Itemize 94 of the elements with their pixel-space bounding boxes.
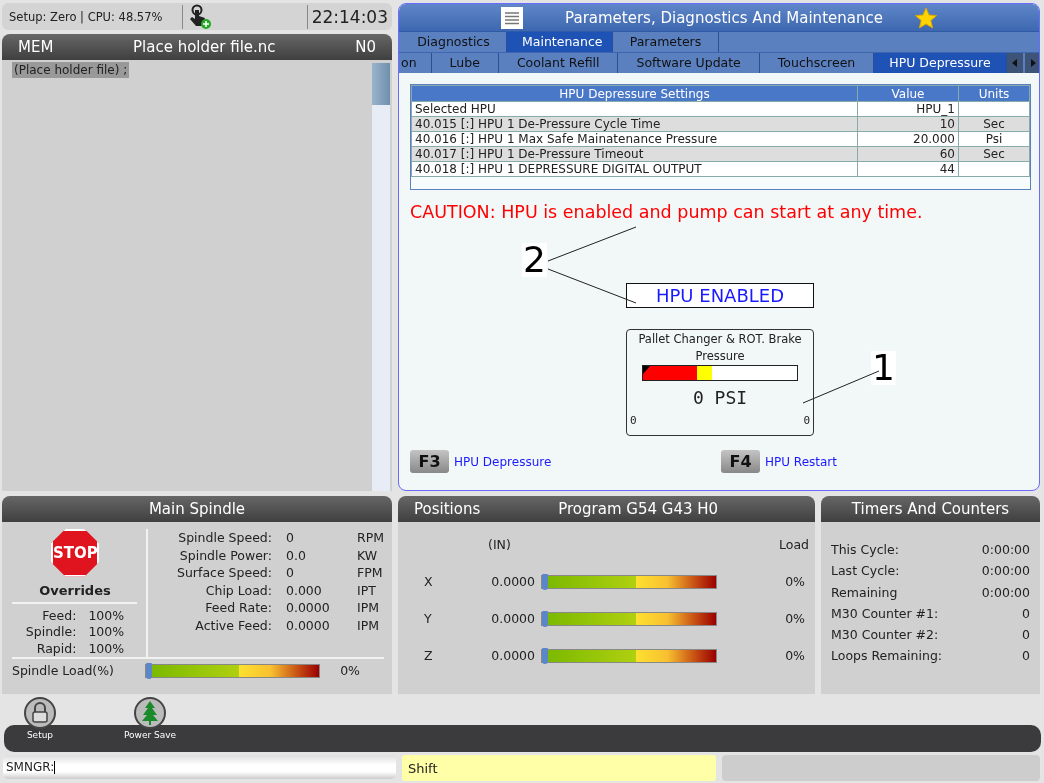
tree-icon[interactable] bbox=[134, 697, 166, 729]
load-heading: Load bbox=[778, 536, 810, 553]
gauge-title: Pallet Changer & ROT. Brake Pressure bbox=[637, 331, 803, 365]
softkey-label[interactable]: HPU Restart bbox=[765, 454, 837, 469]
reading-unit: FPM bbox=[357, 564, 384, 582]
tab[interactable]: Software Update bbox=[618, 53, 760, 73]
reading-unit: RPM bbox=[357, 529, 384, 547]
column-header: Units bbox=[958, 85, 1030, 102]
scrollbar[interactable] bbox=[372, 63, 390, 491]
axis-position: 0.0000 bbox=[490, 610, 536, 628]
star-icon[interactable] bbox=[914, 6, 937, 29]
timer-label: Remaining bbox=[831, 583, 899, 602]
reading-value: 0.0 bbox=[286, 546, 307, 564]
touch-icon bbox=[188, 3, 212, 30]
tab[interactable]: Lube bbox=[431, 53, 499, 73]
menu-icon[interactable] bbox=[501, 6, 524, 29]
status-text: Setup: Zero | CPU: 48.57% bbox=[9, 9, 164, 24]
column-header: HPU Depressure Settings bbox=[411, 85, 858, 102]
timer-value: 0 bbox=[1021, 626, 1030, 645]
reading-label: Surface Speed: bbox=[176, 564, 272, 582]
load-label: Spindle Load(%) bbox=[12, 663, 115, 678]
reading-unit: KW bbox=[357, 546, 379, 564]
panel-header: Timers And Counters bbox=[821, 496, 1040, 522]
command-field[interactable]: SMNGR: bbox=[3, 755, 396, 779]
axis-label: X bbox=[423, 573, 434, 591]
reading-value: 0.0000 bbox=[286, 599, 331, 617]
axis-position: 0.0000 bbox=[490, 573, 536, 591]
reading-label: Active Feed: bbox=[194, 616, 272, 634]
function-key[interactable]: F4 bbox=[721, 450, 760, 473]
lock-icon[interactable] bbox=[24, 697, 56, 729]
timer-value: 0:00:00 bbox=[981, 583, 1030, 602]
load-reading: 0% bbox=[784, 610, 806, 628]
function-key[interactable]: F3 bbox=[410, 450, 449, 473]
scrollbar-thumb[interactable] bbox=[372, 63, 390, 105]
tab[interactable]: Coolant Refill bbox=[498, 53, 619, 73]
tab[interactable]: HPU Depressure bbox=[874, 53, 1007, 73]
reading-value: 0.000 bbox=[286, 581, 323, 599]
override-label: Feed: bbox=[41, 607, 77, 624]
clock-time: 22:14:03 bbox=[310, 6, 389, 27]
load-reading: 0% bbox=[340, 663, 360, 678]
units-label: (IN) bbox=[487, 536, 512, 553]
shift-indicator: Shift bbox=[402, 755, 716, 781]
timer-label: Last Cycle: bbox=[831, 562, 901, 581]
gauge-reading: 0 PSI bbox=[692, 387, 748, 408]
reading-label: Feed Rate: bbox=[204, 599, 272, 617]
load-reading: 0% bbox=[784, 647, 806, 665]
reading-unit: IPM bbox=[357, 599, 380, 617]
reading-label: Spindle Speed: bbox=[177, 529, 272, 547]
reading-label: Spindle Power: bbox=[178, 546, 272, 564]
panel-title: Parameters, Diagnostics And Maintenance bbox=[565, 8, 883, 27]
axis-label: Y bbox=[423, 610, 433, 628]
reading-label: Chip Load: bbox=[204, 581, 272, 599]
dock-label[interactable]: Setup bbox=[26, 730, 54, 740]
stop-button[interactable]: STOP bbox=[51, 529, 99, 577]
timer-value: 0:00:00 bbox=[981, 541, 1030, 559]
status-indicator: HPU ENABLED bbox=[626, 283, 814, 308]
column-header: Value bbox=[857, 85, 959, 102]
file-name: Place holder file.nc bbox=[133, 38, 276, 56]
callout-number: 1 bbox=[871, 351, 896, 385]
timer-label: M30 Counter #1: bbox=[831, 604, 940, 623]
overrides-title: Overrides bbox=[12, 582, 138, 604]
timer-value: 0 bbox=[1021, 647, 1030, 666]
scale-max: 0 bbox=[803, 414, 810, 427]
override-label: Rapid: bbox=[35, 640, 77, 657]
reading-value: 0 bbox=[286, 529, 295, 547]
override-value: 100% bbox=[88, 607, 125, 624]
override-value: 100% bbox=[88, 624, 125, 641]
softkey-label[interactable]: HPU Depressure bbox=[454, 454, 552, 469]
reading-value: 0 bbox=[286, 564, 295, 582]
panel-title: Positions bbox=[414, 500, 481, 518]
override-label: Spindle: bbox=[25, 624, 77, 641]
line-number: N0 bbox=[355, 38, 376, 56]
axis-position: 0.0000 bbox=[490, 647, 536, 665]
timer-label: Loops Remaining: bbox=[831, 647, 944, 666]
right-arrow-icon[interactable] bbox=[1024, 53, 1039, 73]
program-mode: MEM bbox=[18, 38, 54, 56]
dock-label[interactable]: Power Save bbox=[123, 730, 177, 740]
load-reading: 0% bbox=[784, 573, 806, 591]
caution-message: CAUTION: HPU is enabled and pump can start at any time. bbox=[410, 202, 923, 222]
reading-value: 0.0000 bbox=[286, 616, 331, 634]
scale-min: 0 bbox=[630, 414, 637, 427]
tab[interactable]: Maintenance bbox=[507, 32, 613, 52]
override-value: 100% bbox=[88, 640, 125, 657]
axis-label: Z bbox=[423, 647, 434, 665]
panel-header: Main Spindle bbox=[2, 496, 392, 522]
timer-value: 0:00:00 bbox=[981, 562, 1030, 581]
timer-value: 0 bbox=[1021, 604, 1030, 623]
timer-label: This Cycle: bbox=[831, 541, 900, 559]
program-offsets: Program G54 G43 H0 bbox=[558, 500, 719, 518]
reading-unit: IPM bbox=[357, 616, 380, 634]
tab[interactable]: on bbox=[399, 53, 432, 73]
timer-label: M30 Counter #2: bbox=[831, 626, 940, 645]
callout-number: 2 bbox=[522, 243, 547, 277]
reading-unit: IPT bbox=[357, 581, 377, 599]
